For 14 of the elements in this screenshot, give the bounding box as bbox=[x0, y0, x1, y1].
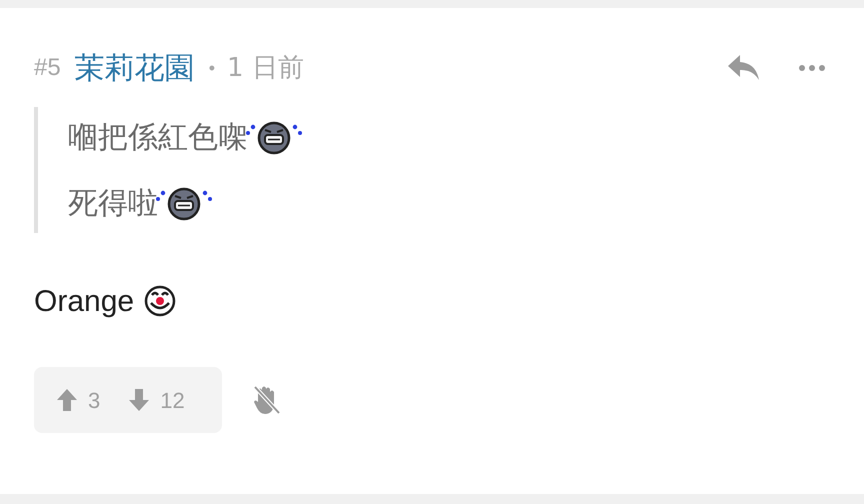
post-number: #5 bbox=[34, 53, 61, 83]
separator-dot: • bbox=[208, 56, 216, 80]
up-arrow-icon bbox=[56, 388, 78, 412]
hand-off-icon[interactable] bbox=[252, 384, 282, 416]
downvote-button[interactable]: 12 bbox=[128, 384, 185, 416]
post-body: Orange bbox=[34, 284, 134, 320]
quote-text: 死得啦 bbox=[68, 184, 158, 222]
upvote-button[interactable]: 3 bbox=[56, 384, 100, 416]
down-arrow-icon bbox=[128, 388, 150, 412]
post-time: 1 日前 bbox=[227, 52, 304, 84]
clown-face-icon bbox=[144, 285, 176, 317]
author-link[interactable]: 茉莉花園 bbox=[74, 46, 195, 90]
quote-text: 嗰把係紅色㗎 bbox=[68, 118, 248, 156]
more-icon[interactable] bbox=[798, 64, 826, 72]
